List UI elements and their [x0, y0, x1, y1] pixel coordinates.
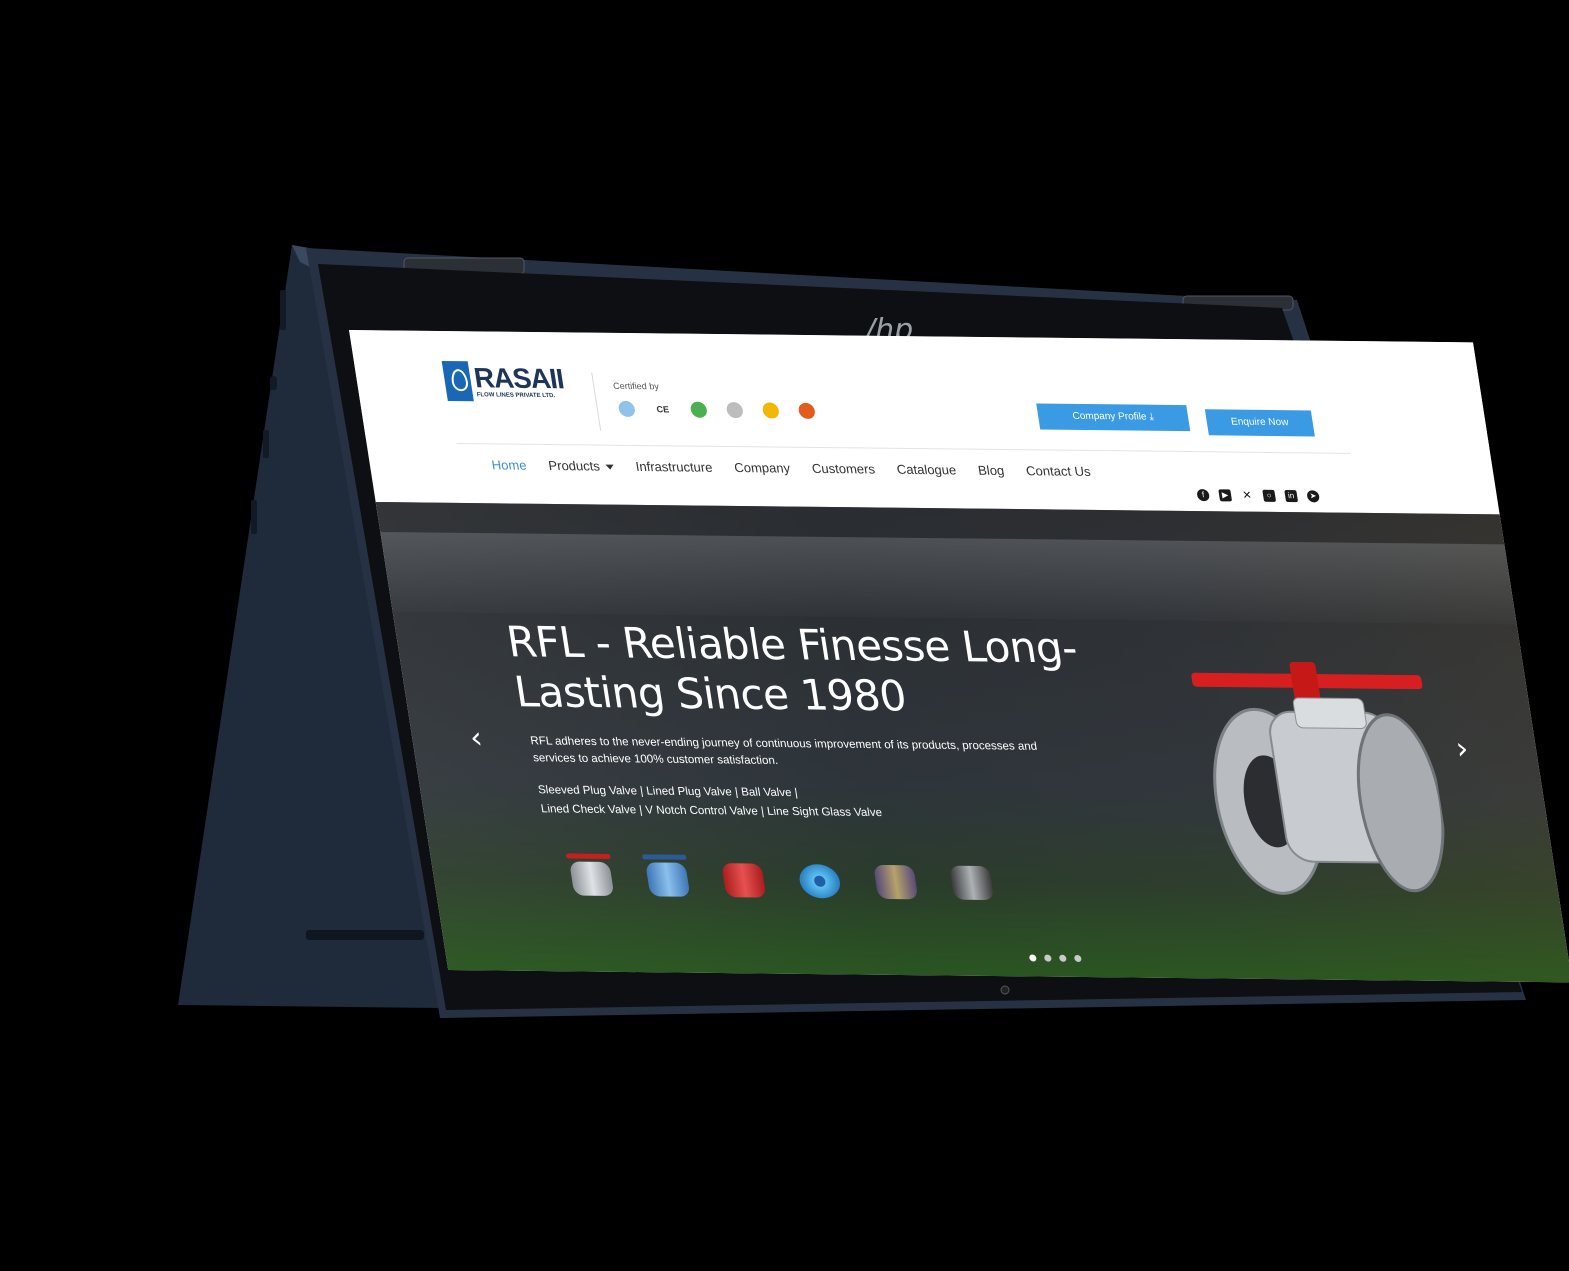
header-rule: [456, 442, 1351, 454]
certified-label: Certified by: [612, 380, 660, 392]
slider-dots: [1028, 954, 1082, 962]
hinge-vent: [306, 930, 424, 940]
green-seal-icon: [689, 401, 709, 418]
flame-seal-icon: [797, 402, 817, 419]
slider-dot-3[interactable]: [1058, 954, 1067, 962]
browser-screen: RASAII FLOW LINES PRIVATE LTD. Certified…: [349, 330, 1569, 983]
download-icon: ⤓: [1148, 411, 1155, 423]
slider-dot-4[interactable]: [1073, 954, 1082, 962]
nav-item-products-label: Products: [547, 457, 601, 474]
company-profile-label: Company Profile: [1071, 410, 1148, 423]
hero-product-list: Sleeved Plug Valve | Lined Plug Valve | …: [537, 781, 973, 824]
hero-slider: RFL - Reliable Finesse Long-Lasting Sinc…: [375, 502, 1569, 983]
laptop-device: /hp RASAII FLOW LINES PRIVATE LTD. Certi…: [0, 0, 1569, 1271]
nav-item-contact[interactable]: Contact Us: [1025, 463, 1092, 479]
webcam-icon: [1000, 985, 1010, 995]
ball-valve-thumb[interactable]: [708, 845, 775, 904]
nav-item-blog[interactable]: Blog: [977, 463, 1005, 478]
sight-glass-valve-thumb[interactable]: [936, 848, 1003, 907]
gold-seal-icon: [761, 402, 781, 419]
grey-seal-icon: [725, 402, 745, 419]
x-icon[interactable]: ✕: [1240, 489, 1255, 502]
hero-title: RFL - Reliable Finesse Long-Lasting Sinc…: [503, 617, 1081, 721]
logo-subtitle: FLOW LINES PRIVATE LTD.: [476, 392, 556, 400]
facebook-icon[interactable]: f: [1196, 489, 1211, 502]
blue-seal-icon: [617, 400, 637, 418]
youtube-icon[interactable]: ▶: [1218, 489, 1233, 502]
main-nav: Home Products Infrastructure Company Cus…: [491, 457, 1092, 479]
slider-dot-1[interactable]: [1028, 954, 1037, 962]
chevron-down-icon: [605, 464, 615, 470]
site-header: RASAII FLOW LINES PRIVATE LTD. Certified…: [349, 330, 1490, 503]
hero-description: RFL adheres to the never-ending journey …: [529, 734, 1038, 767]
site-logo[interactable]: RASAII FLOW LINES PRIVATE LTD.: [441, 360, 567, 402]
telegram-icon[interactable]: ➤: [1306, 490, 1321, 503]
nav-item-products[interactable]: Products: [547, 458, 615, 474]
sleeved-plug-valve-thumb[interactable]: [556, 843, 623, 902]
lined-plug-valve-thumb[interactable]: [632, 844, 699, 903]
nav-item-infrastructure[interactable]: Infrastructure: [635, 459, 714, 475]
company-profile-button[interactable]: Company Profile ⤓: [1036, 403, 1191, 432]
lined-check-valve-thumb[interactable]: [784, 846, 851, 905]
slider-next-arrow-icon[interactable]: ›: [1453, 731, 1470, 766]
logo-drop-icon: [441, 360, 474, 402]
nav-item-customers[interactable]: Customers: [811, 461, 876, 477]
product-thumbnails: [556, 843, 1003, 906]
ce-mark-icon: CE: [653, 401, 673, 418]
slider-prev-arrow-icon[interactable]: ‹: [467, 721, 484, 756]
certification-logos: CE: [617, 400, 817, 419]
logo-name: RASAII: [471, 362, 566, 395]
nav-item-company[interactable]: Company: [733, 460, 791, 476]
hero-valve-image: [1191, 661, 1445, 895]
v-notch-control-valve-thumb[interactable]: [860, 847, 927, 906]
social-links: f ▶ ✕ ○ in ➤: [1196, 489, 1321, 503]
hero-product-line-2: Lined Check Valve | V Notch Control Valv…: [540, 803, 883, 820]
hero-background-building: [380, 532, 1517, 625]
nav-item-catalogue[interactable]: Catalogue: [896, 462, 958, 478]
nav-item-home[interactable]: Home: [491, 457, 528, 472]
linkedin-icon[interactable]: in: [1284, 490, 1299, 503]
slider-dot-2[interactable]: [1043, 954, 1052, 962]
header-divider: [591, 372, 602, 431]
enquire-now-button[interactable]: Enquire Now: [1204, 409, 1315, 437]
instagram-icon[interactable]: ○: [1262, 489, 1277, 502]
